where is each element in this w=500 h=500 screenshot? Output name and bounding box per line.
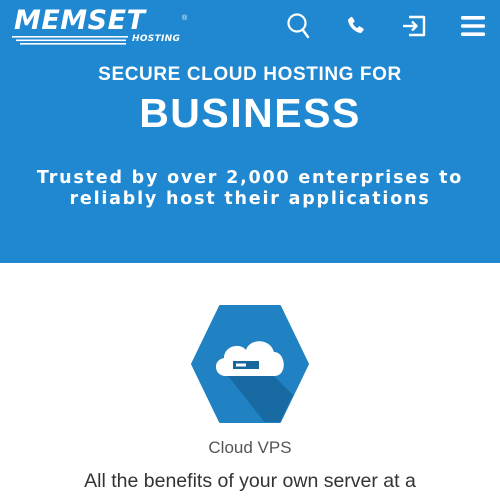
search-button[interactable] <box>283 10 315 42</box>
login-button[interactable] <box>398 10 430 42</box>
login-icon <box>403 15 426 37</box>
logo-subtitle: HOSTING <box>132 34 181 44</box>
memset-logo[interactable]: MEMSET ® HOSTING <box>10 6 190 46</box>
site-header: MEMSET ® HOSTING <box>0 0 500 52</box>
logo-registered-mark: ® <box>182 15 188 22</box>
feature-description: All the benefits of your own server at a <box>84 470 416 492</box>
feature-label[interactable]: Cloud VPS <box>0 438 500 458</box>
search-icon <box>287 13 310 39</box>
menu-button[interactable] <box>457 10 489 42</box>
hero-title: BUSINESS <box>139 90 361 136</box>
hero-kicker: SECURE CLOUD HOSTING FOR <box>98 64 402 85</box>
page: MEMSET ® HOSTING SECURE CLOUD HOSTING FO… <box>0 0 500 500</box>
logo-wordmark: MEMSET <box>14 5 146 36</box>
logo-speed-stripes <box>12 36 128 45</box>
menu-icon <box>461 16 485 36</box>
phone-icon <box>348 16 364 33</box>
hero-banner: MEMSET ® HOSTING SECURE CLOUD HOSTING FO… <box>0 0 500 263</box>
call-button[interactable] <box>340 10 372 42</box>
hero-subtitle: Trusted by over 2,000 enterprises to rel… <box>36 168 464 209</box>
cloud-server-icon[interactable] <box>190 304 310 424</box>
